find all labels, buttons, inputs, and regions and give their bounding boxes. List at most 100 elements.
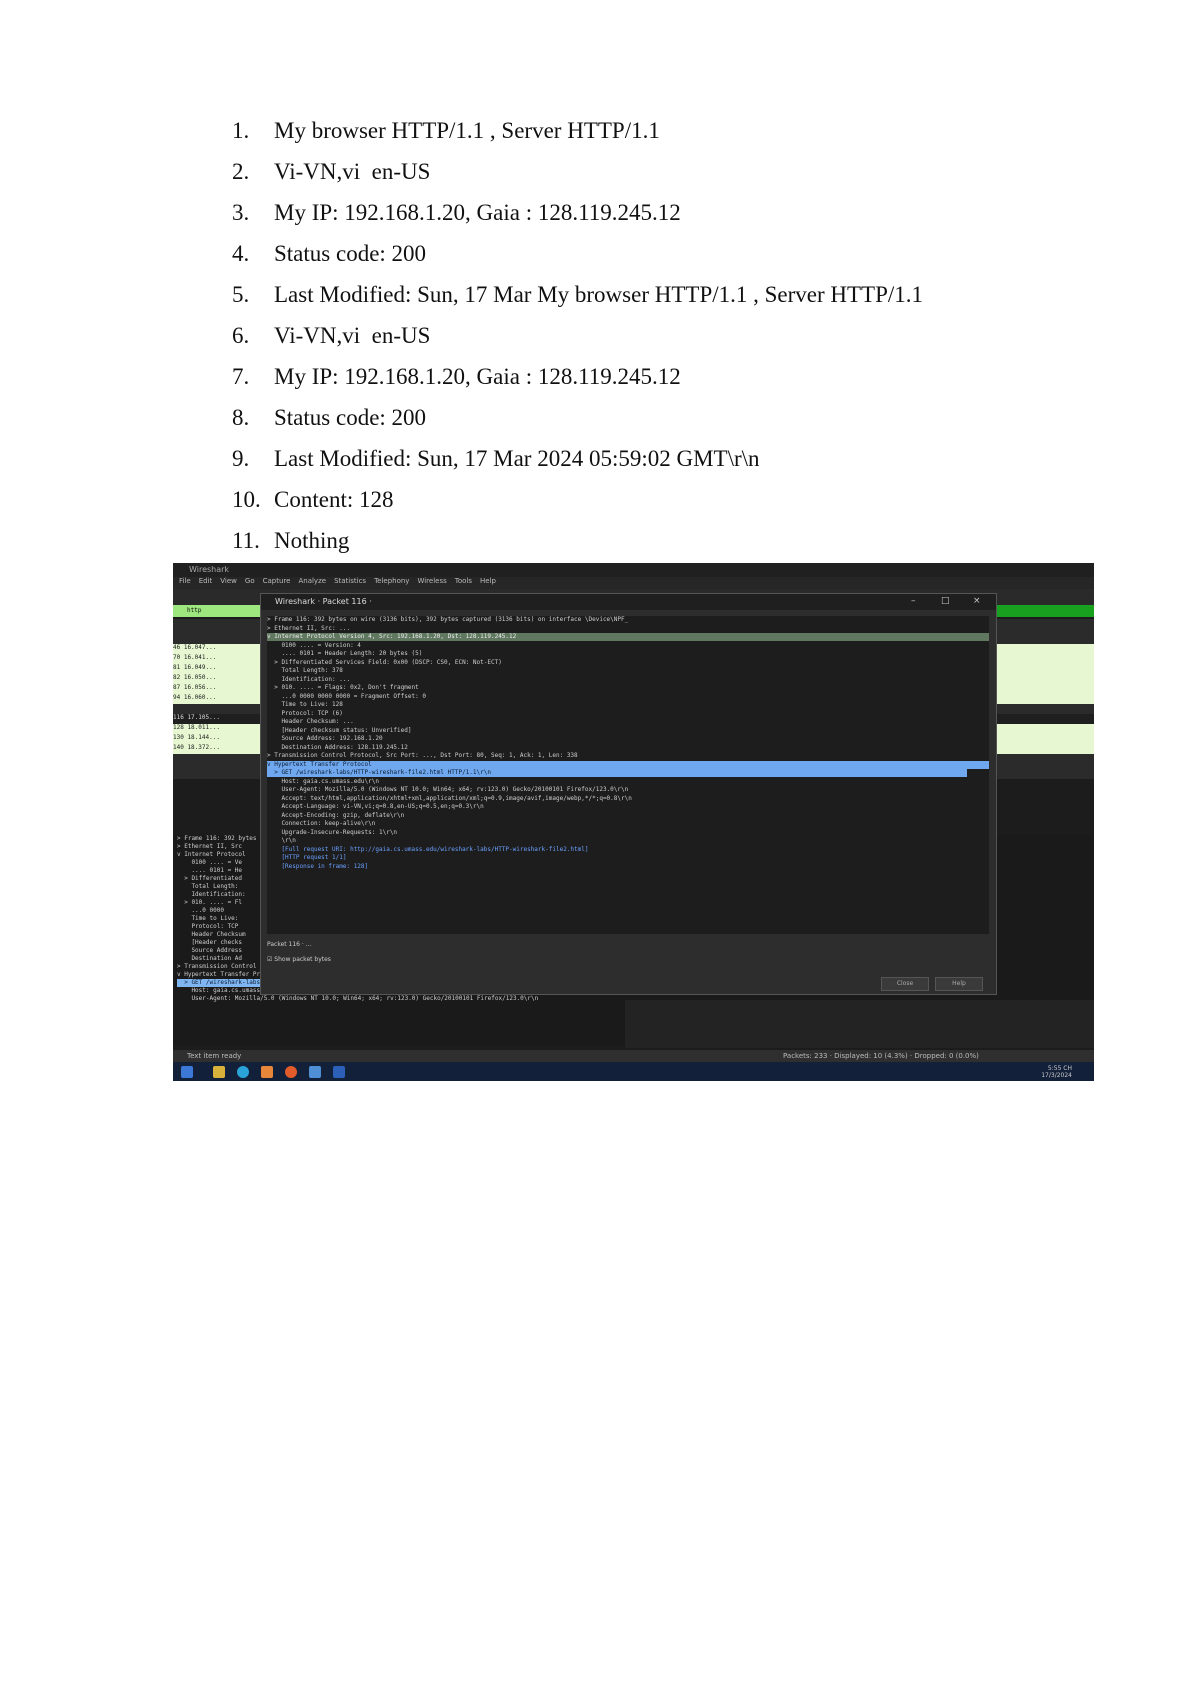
tree-line[interactable]: Identification: (177, 891, 245, 899)
dialog-tree-line[interactable]: Upgrade-Insecure-Requests: 1\r\n (267, 829, 397, 837)
tree-line[interactable]: ...0 0000 (177, 907, 224, 915)
window-title: Wireshark (189, 565, 230, 574)
menu-item[interactable]: View (220, 577, 237, 585)
show-bytes-checkbox[interactable]: ☑ Show packet bytes (267, 956, 331, 963)
answer-number: 4. (232, 241, 250, 266)
tree-line[interactable]: > 010. .... = Fl (177, 899, 242, 907)
dialog-tree-line[interactable]: > GET /wireshark-labs/HTTP-wireshark-fil… (267, 769, 967, 777)
dialog-tree-line[interactable]: .... 0101 = Header Length: 20 bytes (5) (267, 650, 422, 658)
answer-text: Last Modified: Sun, 17 Mar 2024 05:59:02… (274, 446, 760, 471)
dialog-tree-line[interactable]: Accept-Encoding: gzip, deflate\r\n (267, 812, 404, 820)
menu-bar: File Edit View Go Capture Analyze Statistics Te… (173, 577, 1094, 589)
dialog-tree-line[interactable]: Time to Live: 128 (267, 701, 342, 709)
filter-apply-area (994, 605, 1094, 617)
dialog-tree-line[interactable]: [Header checksum status: Unverified] (267, 727, 411, 735)
status-right: Packets: 233 · Displayed: 10 (4.3%) · Dr… (783, 1052, 979, 1060)
dialog-tree-line[interactable]: [Full request URI: http://gaia.cs.umass.… (267, 846, 588, 854)
close-icon[interactable]: × (973, 596, 981, 606)
answer-text: Last Modified: Sun, 17 Mar My browser HT… (274, 282, 924, 307)
dialog-tree-line[interactable]: [HTTP request 1/1] (267, 854, 346, 862)
file-explorer-icon[interactable] (213, 1066, 225, 1078)
dialog-tree-line[interactable]: > Transmission Control Protocol, Src Por… (267, 752, 578, 760)
tree-line[interactable]: Header Checksum (177, 931, 245, 939)
answer-item: 2. Vi-VN,vi en-US (232, 151, 923, 192)
dialog-packet-tree: > Frame 116: 392 bytes on wire (3136 bit… (267, 616, 989, 934)
dialog-tree-line[interactable]: Connection: keep-alive\r\n (267, 820, 375, 828)
answer-item: 4. Status code: 200 (232, 233, 923, 274)
taskbar-clock: 5:55 CH 17/3/2024 (1041, 1065, 1072, 1079)
answer-item: 3. My IP: 192.168.1.20, Gaia : 128.119.24… (232, 192, 923, 233)
menu-item[interactable]: Telephony (374, 577, 409, 585)
tree-line[interactable]: v Internet Protocol (177, 851, 246, 859)
tree-line[interactable]: [Header checks (177, 939, 242, 947)
answer-item: 9. Last Modified: Sun, 17 Mar 2024 05:59:… (232, 438, 923, 479)
dialog-tree-line[interactable]: 0100 .... = Version: 4 (267, 642, 360, 650)
menu-item[interactable]: Tools (455, 577, 472, 585)
dialog-tree-line[interactable]: User-Agent: Mozilla/5.0 (Windows NT 10.0… (267, 786, 628, 794)
answer-number: 1. (232, 118, 250, 143)
document-page: 1. My browser HTTP/1.1 , Server HTTP/1.1 2… (0, 0, 1200, 1696)
edge-icon[interactable] (237, 1066, 249, 1078)
dialog-tree-line[interactable]: v Hypertext Transfer Protocol (267, 760, 989, 769)
answer-text: Vi-VN,vi en-US (274, 323, 431, 348)
tree-line[interactable]: User-Agent: Mozilla/5.0 (Windows NT 10.0… (177, 995, 538, 1003)
dialog-footer: Packet 116 · ... (267, 941, 312, 948)
menu-item[interactable]: Analyze (298, 577, 326, 585)
answer-text: Nothing (274, 528, 350, 553)
dialog-tree-line[interactable]: > Differentiated Services Field: 0x00 (D… (267, 659, 502, 667)
menu-item[interactable]: Wireless (417, 577, 446, 585)
answer-text: My IP: 192.168.1.20, Gaia : 128.119.245.… (274, 364, 681, 389)
menu-item[interactable]: File (179, 577, 191, 585)
firefox-icon[interactable] (285, 1066, 297, 1078)
tree-line[interactable]: > Differentiated (177, 875, 242, 883)
menu-item[interactable]: Statistics (334, 577, 366, 585)
tree-line[interactable]: > Frame 116: 392 bytes (177, 835, 256, 843)
wireshark-screenshot: Wireshark File Edit View Go Capture Analyze St… (173, 563, 1094, 1081)
dialog-tree-line[interactable]: Protocol: TCP (6) (267, 710, 342, 718)
tree-line[interactable]: 0100 .... = Ve (177, 859, 242, 867)
wireshark-taskbar-icon[interactable] (309, 1066, 321, 1078)
packet-dialog: Wireshark · Packet 116 · – □ × > Frame 1… (260, 593, 997, 995)
minimize-icon[interactable]: – (911, 596, 916, 606)
dialog-tree-line[interactable]: Accept-Language: vi-VN,vi;q=0.8,en-US;q=… (267, 803, 483, 811)
dialog-tree-line[interactable]: > Ethernet II, Src: ... (267, 625, 350, 633)
dialog-tree-line[interactable]: > Frame 116: 392 bytes on wire (3136 bit… (267, 616, 628, 624)
packet-bytes-pane (625, 1000, 1094, 1048)
tree-line[interactable]: .... 0101 = He (177, 867, 242, 875)
dialog-help-button[interactable]: Help (935, 977, 983, 991)
dialog-tree-line[interactable]: Accept: text/html,application/xhtml+xml,… (267, 795, 631, 803)
tree-line[interactable]: > Ethernet II, Src (177, 843, 242, 851)
dialog-close-button[interactable]: Close (881, 977, 929, 991)
dialog-tree-line[interactable]: ...0 0000 0000 0000 = Fragment Offset: 0 (267, 693, 426, 701)
dialog-tree-line[interactable]: Destination Address: 128.119.245.12 (267, 744, 407, 752)
start-icon[interactable] (181, 1066, 193, 1078)
dialog-tree-line[interactable]: Header Checksum: ... (267, 718, 353, 726)
answer-text: Status code: 200 (274, 241, 427, 266)
word-icon[interactable] (333, 1066, 345, 1078)
tree-line[interactable]: Time to Live: (177, 915, 238, 923)
tree-line[interactable]: Source Address (177, 947, 242, 955)
answer-text: Status code: 200 (274, 405, 427, 430)
windows-taskbar: 5:55 CH 17/3/2024 (173, 1062, 1094, 1081)
answer-number: 3. (232, 200, 250, 225)
dialog-tree-line[interactable]: Total Length: 378 (267, 667, 342, 675)
maximize-icon[interactable]: □ (941, 596, 950, 606)
dialog-tree-line[interactable]: > 010. .... = Flags: 0x2, Don't fragment (267, 684, 419, 692)
answer-item: 10. Content: 128 (232, 479, 923, 520)
dialog-tree-line[interactable]: v Internet Protocol Version 4, Src: 192.… (267, 633, 989, 641)
answer-item: 11. Nothing (232, 520, 923, 561)
menu-item[interactable]: Help (480, 577, 496, 585)
dialog-tree-line[interactable]: Source Address: 192.168.1.20 (267, 735, 382, 743)
tree-line[interactable]: Total Length: (177, 883, 238, 891)
tree-line[interactable]: Destination Ad (177, 955, 242, 963)
tree-line[interactable]: Protocol: TCP (177, 923, 238, 931)
app-icon[interactable] (261, 1066, 273, 1078)
menu-item[interactable]: Go (245, 577, 255, 585)
dialog-tree-line[interactable]: \r\n (267, 837, 295, 845)
show-bytes-label: Show packet bytes (274, 956, 331, 963)
menu-item[interactable]: Edit (199, 577, 213, 585)
dialog-tree-line[interactable]: Host: gaia.cs.umass.edu\r\n (267, 778, 379, 786)
dialog-tree-line[interactable]: [Response in frame: 128] (267, 863, 368, 871)
menu-item[interactable]: Capture (263, 577, 291, 585)
dialog-tree-line[interactable]: Identification: ... (267, 676, 350, 684)
